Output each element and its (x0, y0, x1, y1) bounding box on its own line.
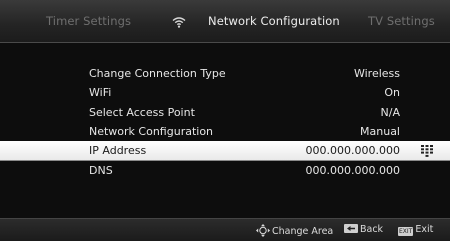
setting-value: 000.000.000.000 (305, 164, 400, 178)
tab-network-configuration[interactable]: Network Configuration (208, 14, 340, 30)
setting-label: DNS (89, 164, 113, 178)
help-back-label: Back (360, 224, 384, 235)
settings-list: Change Connection Type Wireless WiFi On … (0, 64, 450, 181)
tab-tv-settings[interactable]: TV Settings (368, 14, 435, 30)
back-arrow-key-icon (344, 224, 358, 233)
setting-row-change-connection-type[interactable]: Change Connection Type Wireless (0, 64, 450, 83)
help-bar: Change Area Back EXIT Exit (0, 218, 450, 241)
setting-label: Change Connection Type (89, 67, 226, 80)
network-configuration-screen: Timer Settings Network Configuration TV … (0, 0, 450, 241)
tab-timer-settings[interactable]: Timer Settings (46, 14, 131, 30)
help-back: Back (344, 224, 383, 235)
setting-label: Network Configuration (89, 124, 214, 138)
setting-row-wifi[interactable]: WiFi On (0, 83, 450, 102)
setting-value: Manual (360, 124, 400, 138)
setting-row-dns[interactable]: DNS 000.000.000.000 (0, 160, 450, 180)
wifi-icon (172, 17, 186, 28)
tab-bar: Timer Settings Network Configuration TV … (0, 0, 450, 43)
help-exit: EXIT Exit (398, 224, 433, 236)
help-change-area: Change Area (256, 224, 333, 237)
setting-row-ip-address[interactable]: IP Address 000.000.000.000 (0, 141, 450, 161)
setting-value: 000.000.000.000 (305, 144, 400, 158)
help-exit-label: Exit (415, 224, 434, 235)
setting-value: N/A (380, 105, 400, 119)
setting-row-network-configuration[interactable]: Network Configuration Manual (0, 122, 450, 141)
exit-key-icon: EXIT (398, 227, 414, 236)
setting-value: On (384, 86, 400, 100)
help-change-area-label: Change Area (272, 226, 334, 237)
keyboard-grid-icon (421, 145, 433, 158)
setting-value: Wireless (353, 67, 400, 80)
setting-label: Select Access Point (89, 105, 195, 119)
setting-label: IP Address (89, 144, 147, 158)
setting-label: WiFi (89, 86, 112, 100)
setting-row-select-access-point[interactable]: Select Access Point N/A (0, 103, 450, 122)
four-way-arrows-icon (256, 224, 270, 237)
